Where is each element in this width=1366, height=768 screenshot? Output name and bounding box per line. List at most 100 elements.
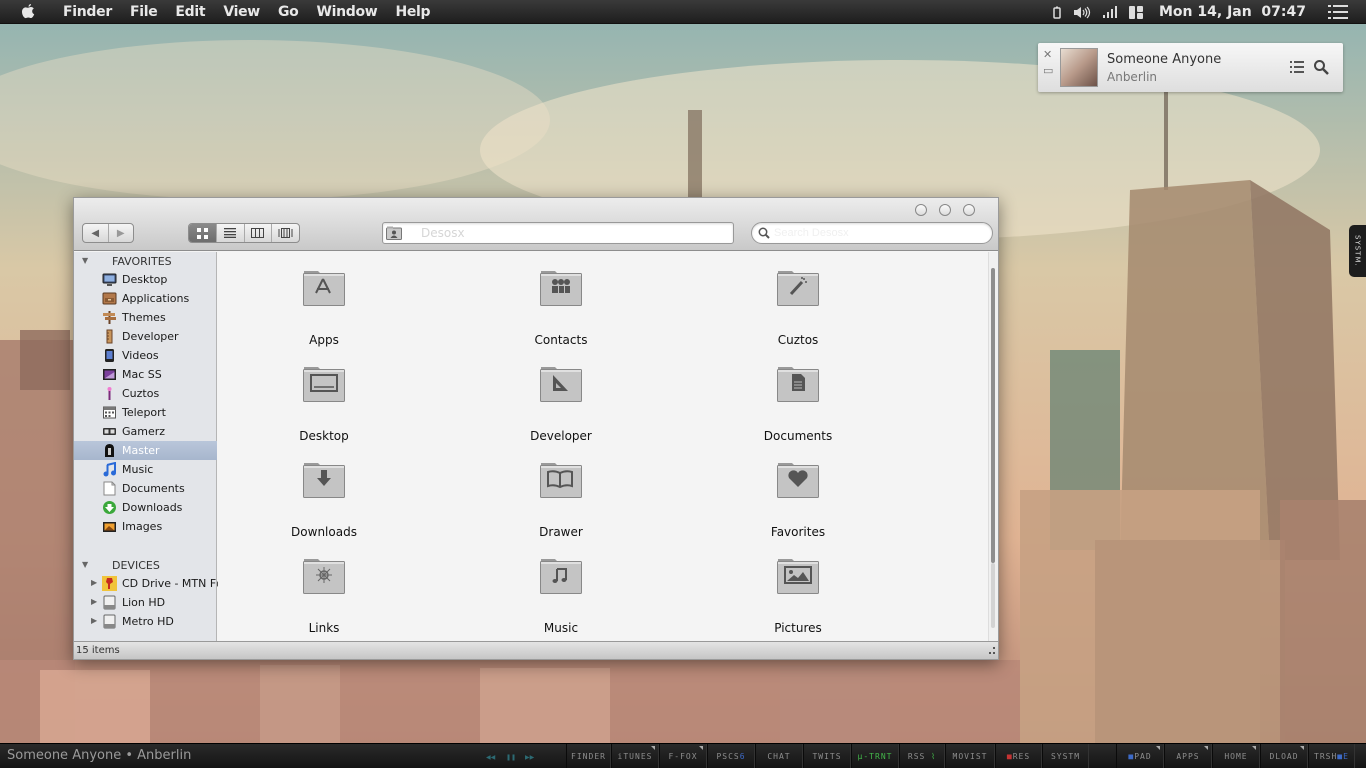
column-view-button[interactable] [245, 224, 273, 242]
dock-button-pscs[interactable]: PSCS 6 [707, 744, 755, 768]
menu-finder[interactable]: Finder [63, 4, 112, 20]
minimize-icon[interactable]: ▭ [1043, 63, 1053, 79]
dock-button-res[interactable]: ■ RES [995, 744, 1042, 768]
search-input[interactable] [774, 225, 984, 241]
search-icon[interactable] [1313, 59, 1329, 75]
video-icon [105, 349, 114, 362]
folder-cuztos[interactable]: Cuztos [728, 267, 868, 347]
hard-drive-icon [103, 614, 116, 629]
folder-favorites[interactable]: Favorites [728, 459, 868, 539]
disclosure-triangle-icon[interactable]: ▶ [91, 578, 97, 587]
dock-button-f-fox[interactable]: F-FOX [659, 744, 707, 768]
folder-drawer[interactable]: Drawer [491, 459, 631, 539]
folder-documents[interactable]: Documents [728, 363, 868, 443]
sidebar-item-music[interactable]: Music [74, 460, 217, 479]
device-item-lion-hd[interactable]: ▶ Lion HD [74, 593, 217, 612]
sidebar-item-label: Downloads [122, 501, 183, 514]
sidebar-item-label: Lion HD [122, 596, 166, 609]
scrollbar-track[interactable] [991, 563, 995, 628]
clock[interactable]: Mon 14, Jan 07:47 [1159, 4, 1306, 20]
menu-edit[interactable]: Edit [175, 4, 205, 20]
folder-desktop[interactable]: Desktop [254, 363, 394, 443]
vertical-scrollbar[interactable] [988, 252, 998, 641]
volume-icon[interactable] [1073, 6, 1091, 19]
dock-button-chat[interactable]: CHAT [755, 744, 803, 768]
list-menu-icon[interactable] [1328, 5, 1348, 19]
folder-music[interactable]: Music [491, 555, 631, 635]
next-icon[interactable]: ▶▶ [525, 754, 534, 761]
window-button-1[interactable] [915, 204, 927, 216]
menu-window[interactable]: Window [316, 4, 377, 20]
window-button-3[interactable] [963, 204, 975, 216]
folder-downloads[interactable]: Downloads [254, 459, 394, 539]
apple-icon[interactable] [17, 3, 39, 20]
coverflow-view-button[interactable] [272, 224, 299, 242]
folder-pictures[interactable]: Pictures [728, 555, 868, 635]
dock-button-home[interactable]: HOME [1212, 744, 1260, 768]
dock-button-apps[interactable]: APPS [1164, 744, 1212, 768]
dock-button--trnt[interactable]: µ-TRNT [851, 744, 899, 768]
menu-help[interactable]: Help [395, 4, 430, 20]
disclosure-triangle-icon[interactable]: ▶ [91, 597, 97, 606]
back-button[interactable]: ◀ [83, 224, 109, 242]
device-item-cd-drive-mtn-f[interactable]: ▶ CD Drive - MTN F@ [74, 574, 227, 593]
playlist-icon[interactable] [1290, 61, 1304, 73]
favorites-header[interactable]: ▼ FAVORITES [74, 253, 217, 271]
sidebar-item-master[interactable]: Master [74, 441, 217, 460]
window-layout-icon[interactable] [1129, 5, 1143, 19]
dock-button-finder[interactable]: FINDER [566, 744, 611, 768]
menu-file[interactable]: File [130, 4, 158, 20]
dock-button-systm[interactable]: SYSTM [1042, 744, 1089, 768]
folder-links[interactable]: Links [254, 555, 394, 635]
sidebar-item-documents[interactable]: Documents [74, 479, 217, 498]
resize-grip-icon[interactable] [988, 647, 996, 656]
devices-header[interactable]: ▼ DEVICES [74, 557, 217, 575]
sidebar-item-developer[interactable]: Developer [74, 327, 217, 346]
sidebar-item-desktop[interactable]: Desktop [74, 270, 217, 289]
sidebar-item-themes[interactable]: Themes [74, 308, 217, 327]
path-field[interactable]: Desosx [382, 222, 734, 244]
previous-icon[interactable]: ◀◀ [486, 754, 495, 761]
sidebar-item-downloads[interactable]: Downloads [74, 498, 217, 517]
icon-view-icon [196, 227, 208, 239]
disclosure-triangle-icon[interactable]: ▼ [82, 560, 88, 569]
forward-button[interactable]: ▶ [109, 224, 134, 242]
sidebar-item-applications[interactable]: Applications [74, 289, 217, 308]
dock-button-trsh[interactable]: TRSH ■ E [1308, 744, 1355, 768]
coverflow-view-icon [278, 228, 293, 238]
systm-side-tab[interactable]: SYSTM. [1349, 225, 1366, 277]
window-button-2[interactable] [939, 204, 951, 216]
dock-button-twits[interactable]: TWITS [803, 744, 851, 768]
signal-icon[interactable] [1103, 6, 1117, 18]
folder-downloads-icon [303, 463, 345, 498]
menu-go[interactable]: Go [278, 4, 299, 20]
dock-button-rss[interactable]: RSS ⌇ [899, 744, 945, 768]
sidebar-item-gamerz[interactable]: Gamerz [74, 422, 217, 441]
folder-contacts[interactable]: Contacts [491, 267, 631, 347]
sidebar-item-videos[interactable]: Videos [74, 346, 217, 365]
folder-label: Downloads [291, 525, 357, 539]
close-icon[interactable]: ✕ [1043, 47, 1053, 63]
menu-view[interactable]: View [223, 4, 260, 20]
dock-button-itunes[interactable]: iTUNES [611, 744, 659, 768]
disclosure-triangle-icon[interactable]: ▶ [91, 616, 97, 625]
search-field[interactable] [751, 222, 993, 244]
dock-button-dload[interactable]: DLOAD [1260, 744, 1308, 768]
device-item-metro-hd[interactable]: ▶ Metro HD [74, 612, 217, 631]
pause-icon[interactable]: ❚❚ [506, 754, 516, 761]
sidebar-item-mac-ss[interactable]: Mac SS [74, 365, 217, 384]
scrollbar-thumb[interactable] [991, 268, 995, 563]
dock-button-pad[interactable]: ■ PAD [1116, 744, 1164, 768]
folder-apps[interactable]: Apps [254, 267, 394, 347]
battery-icon[interactable] [1053, 6, 1061, 19]
sidebar-item-teleport[interactable]: Teleport [74, 403, 217, 422]
folder-developer[interactable]: Developer [491, 363, 631, 443]
dock-button-movist[interactable]: MOVIST [945, 744, 995, 768]
icon-view-button[interactable] [189, 224, 217, 242]
sidebar-item-cuztos[interactable]: Cuztos [74, 384, 217, 403]
sidebar-item-label: Applications [122, 292, 190, 305]
album-art [1060, 48, 1098, 87]
sidebar-item-images[interactable]: Images [74, 517, 217, 536]
disclosure-triangle-icon[interactable]: ▼ [82, 256, 88, 265]
list-view-button[interactable] [217, 224, 245, 242]
